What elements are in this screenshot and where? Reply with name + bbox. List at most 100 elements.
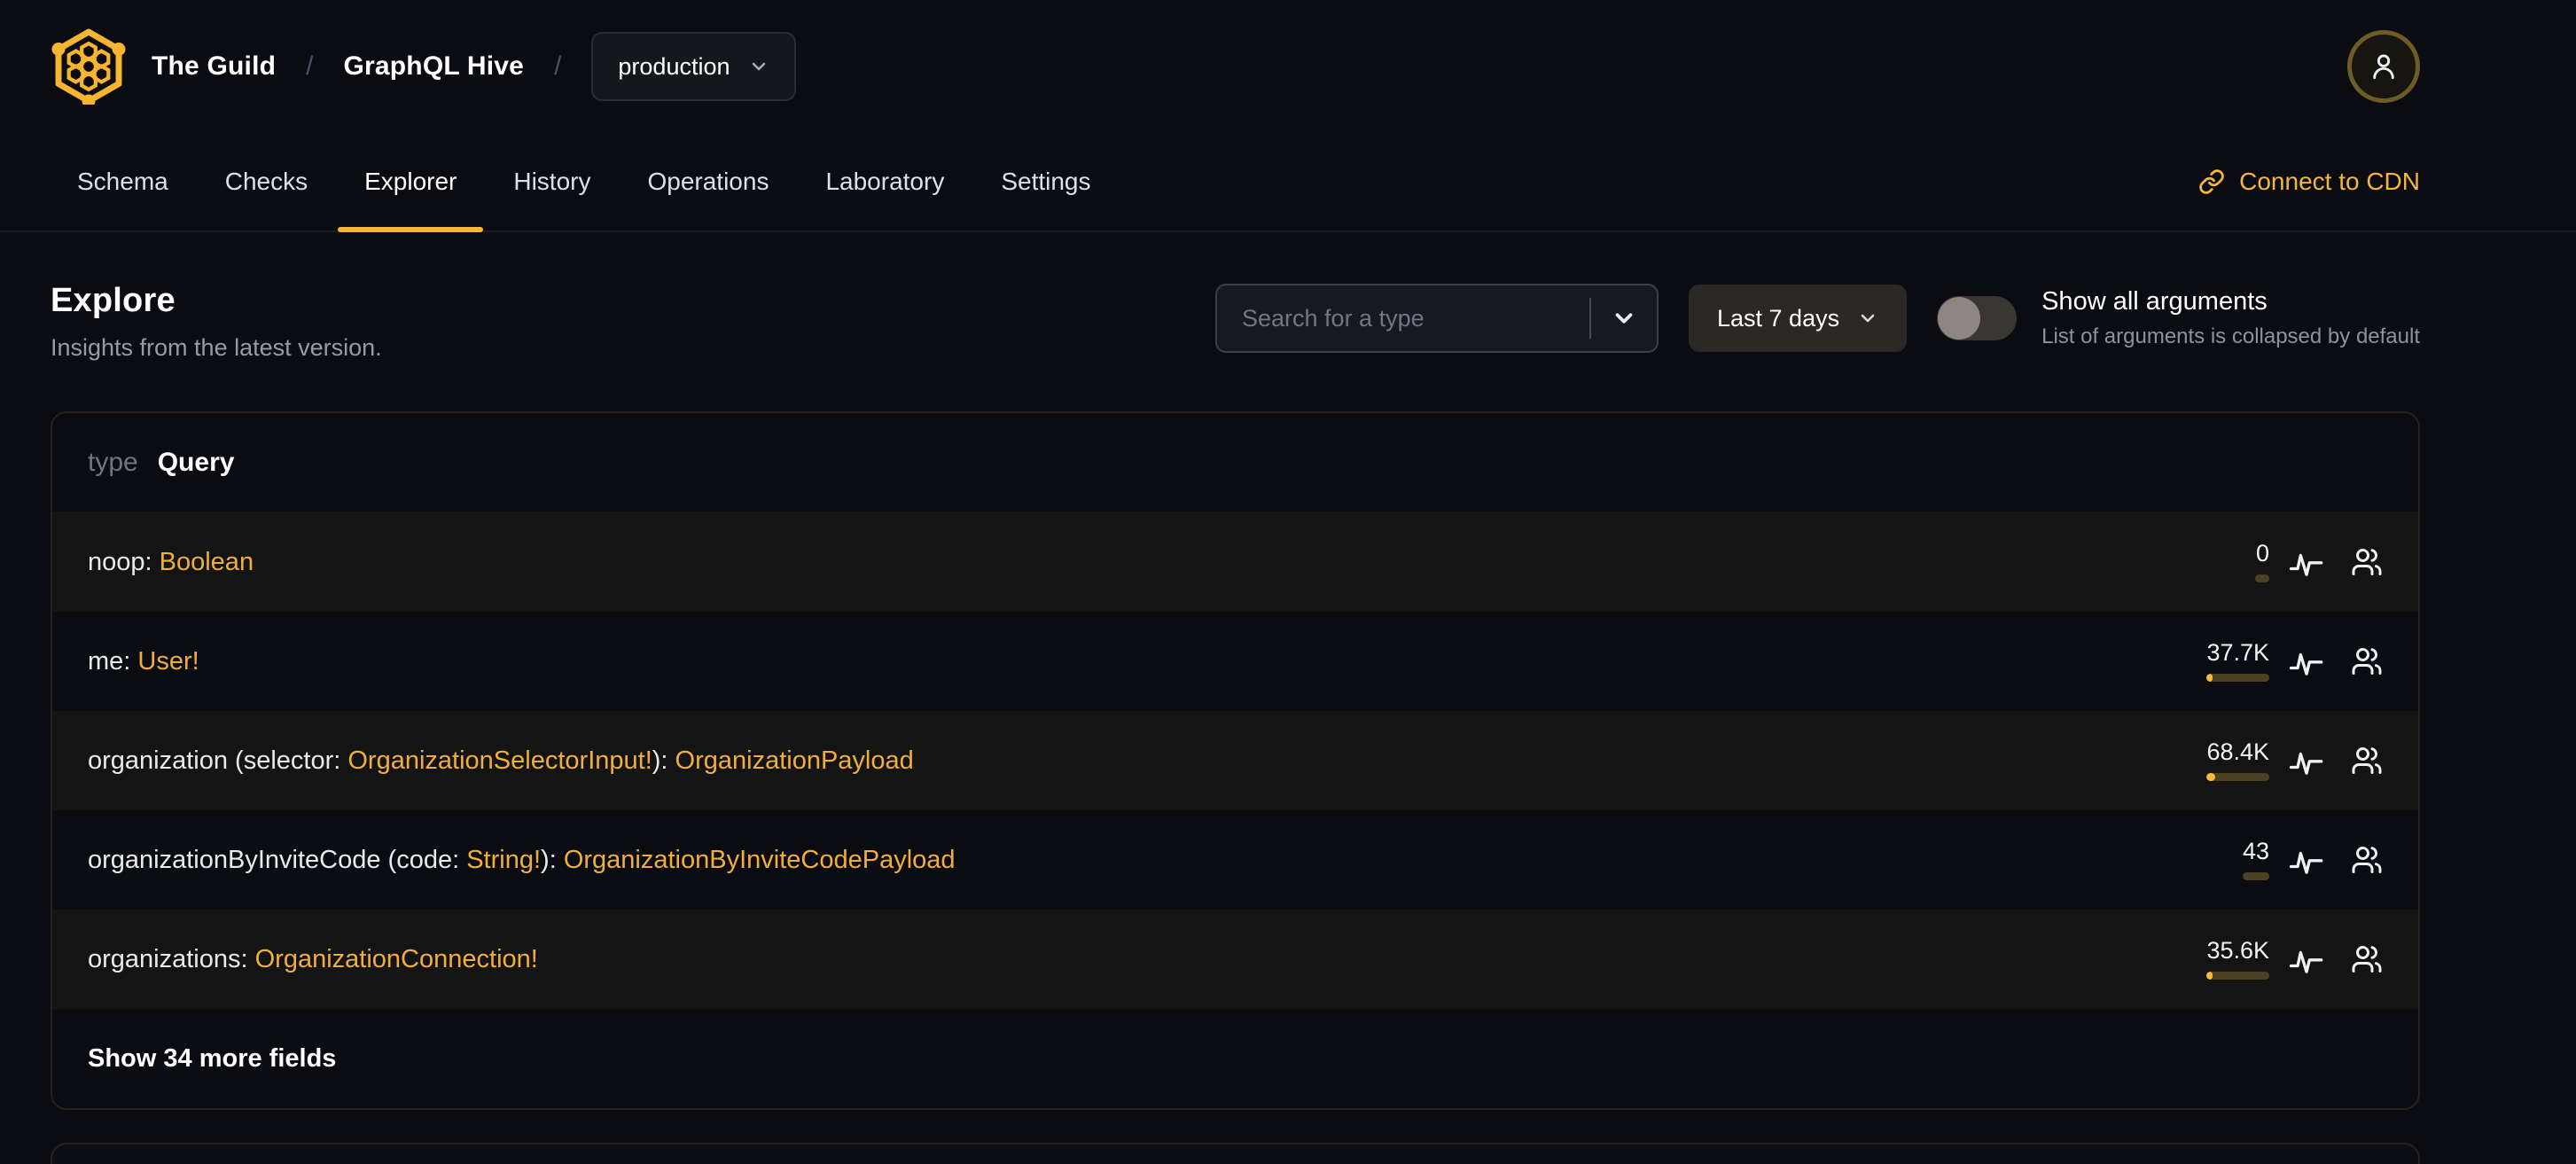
usage-bar-fill [2206,773,2216,781]
avatar[interactable] [2347,30,2420,103]
tab-nav: Schema Checks Explorer History Operations Lab… [51,133,1118,232]
show-arguments-toggle[interactable] [1937,296,2018,340]
toggle-description: List of arguments is collapsed by defaul… [2041,324,2420,348]
usage-bar [2206,972,2269,980]
type-card-header: type Query [52,413,2418,512]
app-root: The Guild / GraphQL Hive / production Sc… [0,0,2576,1164]
page-head: Explore Insights from the latest version… [51,282,2420,362]
target-selector-value: production [618,52,730,80]
activity-icon[interactable] [2289,842,2324,878]
tab-laboratory[interactable]: Laboratory [799,133,971,230]
usage-bar [2242,872,2269,880]
field-row[interactable]: noop: Boolean 0 [52,512,2418,612]
toggle-knob [1938,297,1981,340]
field-row[interactable]: organizationByInviteCode (code: String!)… [52,810,2418,910]
tab-bar: Schema Checks Explorer History Operations Lab… [0,133,2576,232]
explorer-controls: Last 7 days Show all arguments List of a… [1215,284,2420,353]
field-row[interactable]: organizations: OrganizationConnection! 3… [52,910,2418,1009]
field-stats: 37.7K [2206,641,2385,682]
field-text: organizationByInviteCode (code: [88,845,467,874]
field-text: organizations: [88,944,255,973]
field-signature: noop: Boolean [88,548,254,577]
search-dropdown-button[interactable] [1591,285,1657,351]
type-card: type Query noop: Boolean 0 me: User! 37.… [51,411,2420,1110]
field-text: me: [88,646,138,676]
hive-logo-icon[interactable] [51,28,127,105]
show-more-fields-button[interactable]: Show 34 more fields [52,1009,2418,1108]
field-stats: 0 [2255,542,2385,582]
type-link[interactable]: Boolean [160,548,254,576]
breadcrumb-separator: / [306,51,314,81]
type-link[interactable]: OrganizationConnection! [255,945,538,973]
clients-icon[interactable] [2349,644,2385,679]
field-row[interactable]: organization (selector: OrganizationSele… [52,711,2418,810]
search-input[interactable] [1217,304,1589,332]
field-stats: 68.4K [2206,740,2385,781]
type-search-box [1215,284,1659,353]
tab-schema[interactable]: Schema [51,133,195,230]
request-count: 68.4K [2206,740,2269,781]
activity-icon[interactable] [2289,743,2324,778]
target-selector[interactable]: production [591,32,796,101]
usage-bar [2206,773,2269,781]
field-signature: organization (selector: OrganizationSele… [88,746,914,776]
next-type-card [51,1143,2420,1164]
type-kind-label: type [88,447,138,477]
activity-icon[interactable] [2289,544,2324,580]
field-text: ): [541,845,564,874]
breadcrumb: The Guild / GraphQL Hive / production [152,32,796,101]
usage-bar-fill [2206,972,2213,980]
type-link[interactable]: User! [137,647,199,676]
activity-icon[interactable] [2289,941,2324,977]
activity-icon[interactable] [2289,644,2324,679]
field-list: noop: Boolean 0 me: User! 37.7K organiza… [52,512,2418,1009]
page-title: Explore [51,282,176,319]
page-subtitle: Insights from the latest version. [51,334,382,361]
connect-to-cdn-link[interactable]: Connect to CDN [2198,133,2420,230]
tab-operations[interactable]: Operations [621,133,795,230]
type-link[interactable]: String! [466,846,541,874]
clients-icon[interactable] [2349,842,2385,878]
field-text: organization (selector: [88,746,348,775]
tab-history[interactable]: History [487,133,617,230]
request-count-value: 43 [2242,838,2269,864]
type-name: Query [157,447,235,477]
chevron-down-icon [1861,314,1875,323]
request-count: 35.6K [2206,939,2269,980]
clients-icon[interactable] [2349,544,2385,580]
toggle-text-block: Show all arguments List of arguments is … [2041,287,2420,349]
request-count: 43 [2242,838,2269,880]
breadcrumb-project[interactable]: GraphQL Hive [343,51,524,82]
field-row[interactable]: me: User! 37.7K [52,612,2418,711]
field-stats: 35.6K [2206,939,2385,980]
usage-bar-fill [2206,674,2213,682]
breadcrumb-org[interactable]: The Guild [152,51,276,82]
clients-icon[interactable] [2349,941,2385,977]
usage-bar [2206,674,2269,682]
request-count-value: 37.7K [2206,639,2269,666]
request-count: 0 [2255,542,2269,582]
period-selector[interactable]: Last 7 days [1689,285,1908,352]
header: The Guild / GraphQL Hive / production [0,0,2576,133]
field-signature: organizationByInviteCode (code: String!)… [88,846,956,875]
clients-icon[interactable] [2349,743,2385,778]
tab-checks[interactable]: Checks [199,133,334,230]
request-count: 37.7K [2206,641,2269,682]
link-icon [2199,169,2224,194]
usage-bar [2255,574,2269,582]
type-link[interactable]: OrganizationSelectorInput! [347,746,652,775]
chevron-down-icon [1615,313,1633,324]
field-text: ): [652,746,675,775]
request-count-value: 0 [2255,540,2269,566]
toggle-label: Show all arguments [2041,287,2268,316]
cdn-link-label: Connect to CDN [2239,168,2420,195]
type-link[interactable]: OrganizationPayload [675,746,914,775]
breadcrumb-separator: / [554,51,562,81]
tab-settings[interactable]: Settings [974,133,1117,230]
type-link[interactable]: OrganizationByInviteCodePayload [564,846,956,874]
tab-explorer[interactable]: Explorer [338,133,484,232]
request-count-value: 68.4K [2206,738,2269,765]
field-signature: me: User! [88,647,199,676]
chevron-down-icon [752,62,765,71]
field-text: noop: [88,547,160,576]
